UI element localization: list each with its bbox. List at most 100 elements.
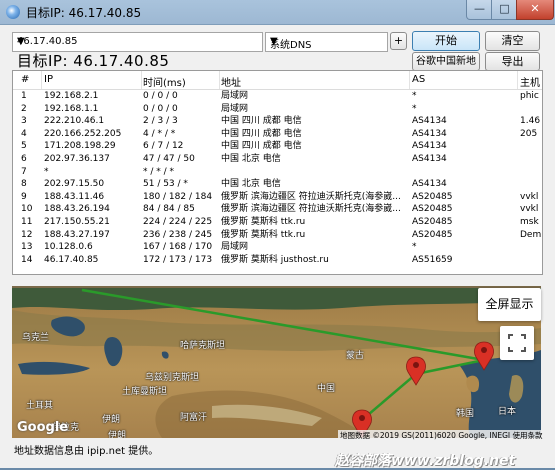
dns-select[interactable]: 系统DNS ▼ [265, 32, 388, 52]
cell-address: 局域网 [221, 242, 249, 253]
cell-time: 6 / 7 / 12 [143, 141, 184, 152]
cell-as: * [412, 242, 417, 253]
column-divider[interactable] [409, 71, 410, 89]
map-label: 阿富汗 [180, 413, 208, 423]
cell-as: AS4134 [412, 116, 447, 127]
table-row[interactable]: 5 171.208.198.29 6 / 7 / 12 中国 四川 成都 电信 AS41… [13, 140, 542, 152]
app-globe-icon [6, 5, 20, 19]
table-row[interactable]: 1 192.168.2.1 0 / 0 / 0 局域网 * phic [13, 90, 542, 102]
cell-as: AS4134 [412, 128, 447, 139]
data-source-note: 地址数据信息由 ipip.net 提供。 [14, 446, 159, 457]
cell-time: 84 / 84 / 85 [143, 204, 195, 215]
cell-ip: 217.150.55.21 [44, 217, 110, 227]
table-row[interactable]: 13 10.128.0.6 167 / 168 / 170 局域网 * [13, 241, 542, 253]
maximize-button[interactable]: □ [491, 0, 518, 20]
cell-index: 12 [21, 229, 33, 240]
route-map[interactable]: 乌克兰 哈萨克斯坦 蒙古 乌兹别克斯坦 土库曼斯坦 土耳其 伊拉克 伊朗 阿富汗… [12, 286, 541, 438]
window-title: 目标IP: 46.17.40.85 [26, 6, 142, 20]
column-header-as[interactable]: AS [412, 74, 524, 85]
trace-table: # IP 时间(ms) 地址 AS 主机 1 192.168.2.1 0 / 0 /… [12, 70, 543, 275]
column-header-index[interactable]: # [21, 74, 41, 85]
cell-ip: 192.168.2.1 [44, 91, 99, 101]
table-row[interactable]: 11 217.150.55.21 224 / 224 / 225 俄罗斯 莫斯科 tt… [13, 216, 542, 228]
fullscreen-button[interactable]: 全屏显示 [478, 288, 541, 321]
cell-address: 俄罗斯 莫斯科 justhost.ru [221, 254, 329, 265]
cell-index: 1 [21, 91, 27, 101]
watermark-text: 赵容部落www.zrblog.net [335, 453, 516, 469]
cell-as: AS20485 [412, 217, 453, 227]
table-row[interactable]: 2 192.168.1.1 0 / 0 / 0 局域网 * [13, 103, 542, 115]
cell-index: 2 [21, 103, 27, 114]
map-label: 伊朗 [108, 431, 127, 438]
add-dns-button[interactable]: + [390, 32, 407, 50]
app-window: 目标IP: 46.17.40.85 — □ ✕ 46.17.40.85 ▼ 系统… [0, 0, 555, 469]
table-row[interactable]: 3 222.210.46.1 2 / 3 / 3 中国 四川 成都 电信 AS4134 1… [13, 115, 542, 127]
map-copyright[interactable]: 地图数据 ©2019 GS(2011)6020 Google, INEGI 使用… [338, 430, 545, 441]
cell-index: 10 [21, 204, 33, 215]
google-map-button[interactable]: 谷歌中国新地图 [412, 52, 480, 84]
cell-address: 局域网 [221, 103, 249, 114]
cell-host: 1.46 [520, 116, 541, 127]
export-button[interactable]: 导出 [485, 52, 540, 71]
cell-host: vvkl [520, 191, 539, 202]
cell-ip: 171.208.198.29 [44, 141, 116, 152]
chevron-down-icon[interactable]: ▼ [17, 36, 259, 47]
cell-address: 中国 北京 电信 [221, 154, 281, 164]
cell-index: 8 [21, 179, 27, 190]
target-ip-label: 目标IP: 46.17.40.85 [17, 52, 170, 70]
cell-index: 9 [21, 191, 27, 202]
cell-as: AS20485 [412, 191, 453, 202]
table-row[interactable]: 6 202.97.36.137 47 / 47 / 50 中国 北京 电信 AS4134 [13, 153, 542, 165]
column-header-address[interactable]: 地址 [221, 74, 409, 89]
column-header-host[interactable]: 主机 [520, 74, 542, 89]
cell-as: * [412, 91, 417, 101]
minimize-button[interactable]: — [466, 0, 493, 20]
map-label: 乌兹别克斯坦 [145, 373, 200, 383]
cell-time: 51 / 53 / * [143, 179, 188, 190]
map-label: 哈萨克斯坦 [180, 341, 226, 351]
column-divider[interactable] [141, 71, 142, 89]
cell-time: 2 / 3 / 3 [143, 116, 178, 127]
column-divider[interactable] [41, 71, 42, 89]
table-row[interactable]: 10 188.43.26.194 84 / 84 / 85 俄罗斯 滨海边疆区 符拉迪… [13, 203, 542, 215]
cell-ip: 220.166.252.205 [44, 128, 122, 139]
cell-as: AS4134 [412, 141, 447, 152]
column-divider[interactable] [219, 71, 220, 89]
map-label: 日本 [498, 407, 517, 417]
cell-ip: 192.168.1.1 [44, 103, 99, 114]
map-label: 韩国 [456, 409, 475, 419]
column-header-ip[interactable]: IP [44, 74, 141, 85]
cell-time: 0 / 0 / 0 [143, 103, 178, 114]
table-row[interactable]: 7 * * / * / * [13, 166, 542, 178]
table-row[interactable]: 9 188.43.11.46 180 / 182 / 184 俄罗斯 滨海边疆区 符拉… [13, 191, 542, 203]
cell-ip: 188.43.26.194 [44, 204, 110, 215]
cell-address: 中国 四川 成都 电信 [221, 128, 302, 139]
cell-address: 中国 北京 电信 [221, 179, 281, 190]
cell-index: 4 [21, 128, 27, 139]
cell-address: 中国 四川 成都 电信 [221, 141, 302, 152]
table-row[interactable]: 14 46.17.40.85 172 / 173 / 173 俄罗斯 莫斯科 just… [13, 254, 542, 266]
cell-address: 俄罗斯 莫斯科 ttk.ru [221, 229, 306, 240]
cell-as: AS20485 [412, 229, 453, 240]
ip-input[interactable]: 46.17.40.85 ▼ [12, 32, 263, 52]
chevron-down-icon[interactable]: ▼ [270, 36, 384, 47]
cell-index: 11 [21, 217, 33, 227]
cell-time: 224 / 224 / 225 [143, 217, 213, 227]
cell-host: phic [520, 91, 539, 101]
start-button[interactable]: 开始 [412, 31, 480, 51]
clear-button[interactable]: 清空 [485, 31, 540, 51]
cell-host: vvkl [520, 204, 539, 215]
table-row[interactable]: 8 202.97.15.50 51 / 53 / * 中国 北京 电信 AS4134 [13, 178, 542, 190]
expand-map-button[interactable] [500, 326, 534, 360]
column-divider[interactable] [517, 71, 518, 89]
close-button[interactable]: ✕ [516, 0, 554, 20]
google-logo: Google [17, 420, 69, 435]
map-label: 伊朗 [102, 415, 121, 425]
cell-ip: 188.43.27.197 [44, 229, 110, 240]
table-row[interactable]: 4 220.166.252.205 4 / * / * 中国 四川 成都 电信 AS41… [13, 128, 542, 140]
table-row[interactable]: 12 188.43.27.197 236 / 238 / 245 俄罗斯 莫斯科 tt… [13, 229, 542, 241]
cell-index: 5 [21, 141, 27, 152]
cell-ip: * [44, 166, 49, 177]
column-header-time[interactable]: 时间(ms) [143, 74, 219, 89]
table-header: # IP 时间(ms) 地址 AS 主机 [13, 71, 542, 90]
